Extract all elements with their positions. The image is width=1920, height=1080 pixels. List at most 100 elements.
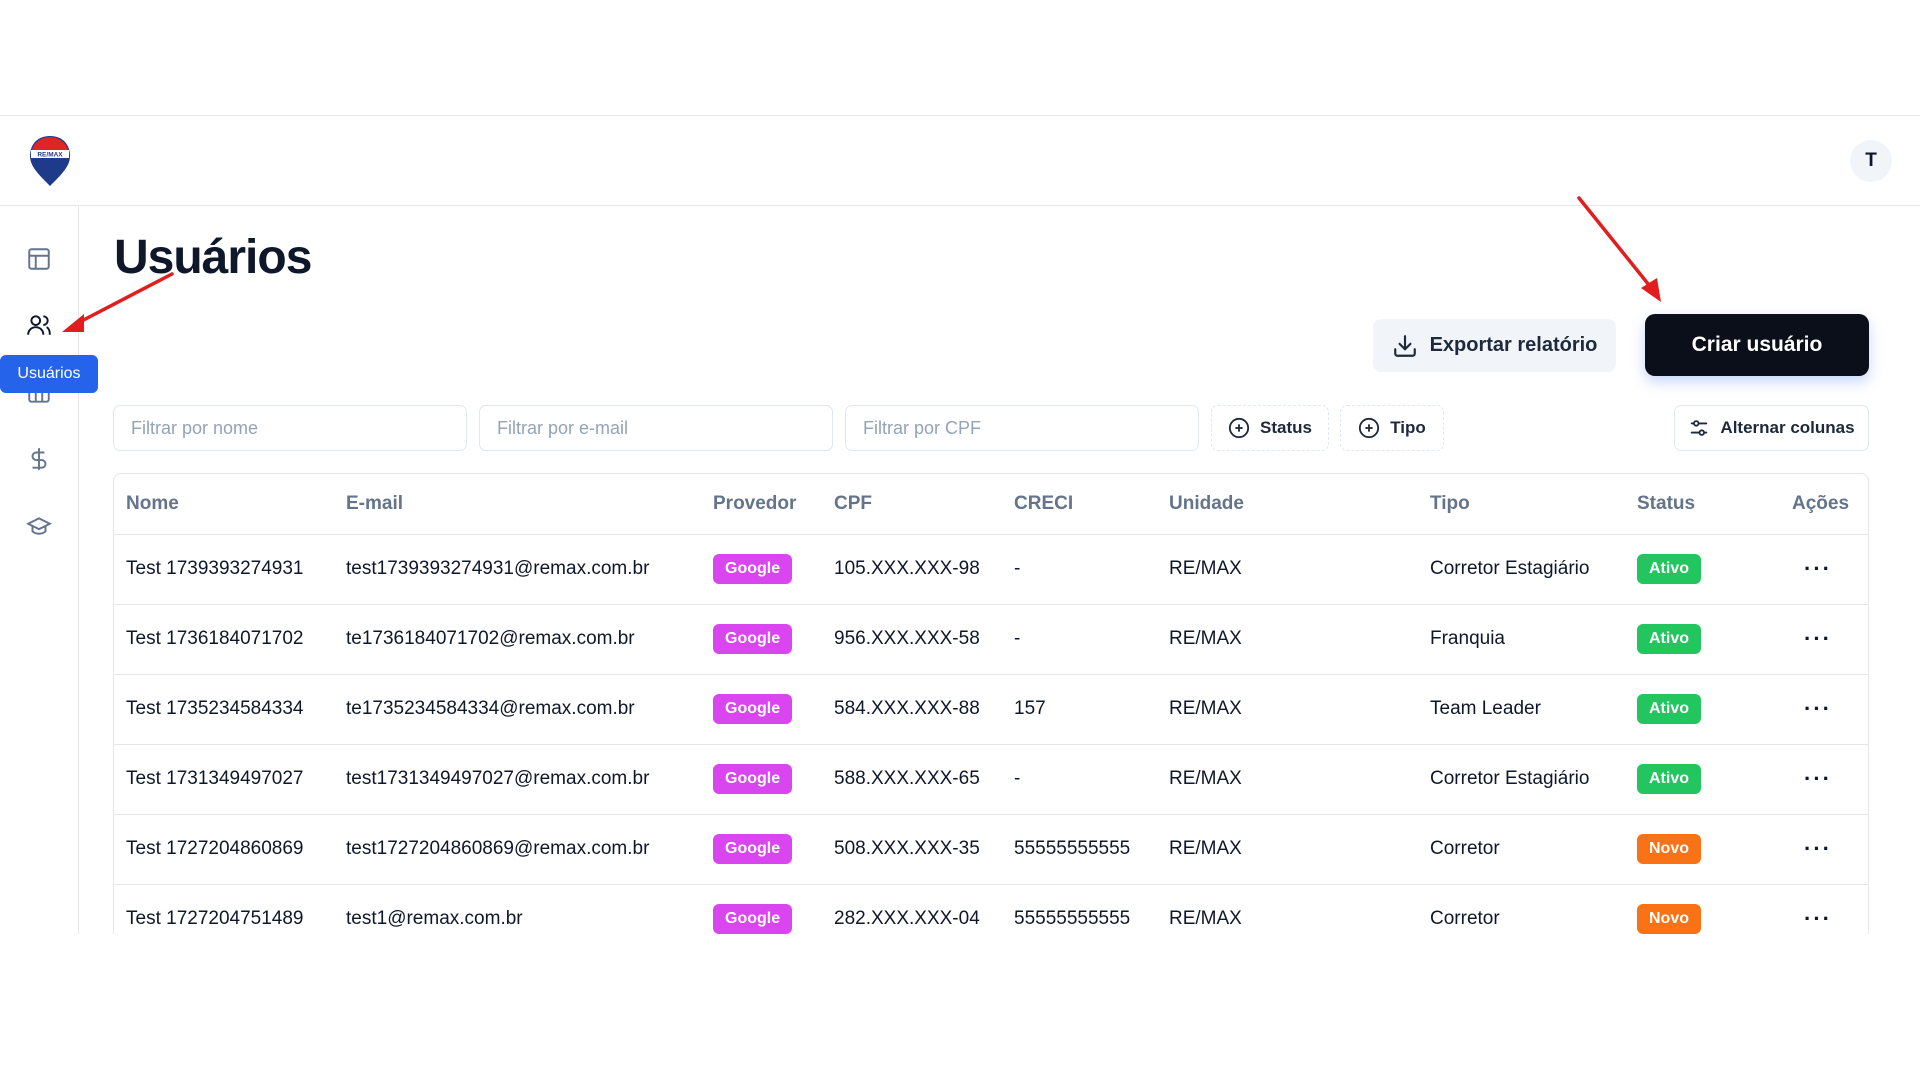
cell-creci: 55555555555: [1002, 884, 1157, 934]
column-header-cpf[interactable]: CPF: [822, 474, 1002, 535]
cell-nome: Test 1731349497027: [114, 744, 334, 815]
create-user-button[interactable]: Criar usuário: [1645, 314, 1869, 376]
logo-text: RE/MAX: [37, 152, 63, 159]
cell-email: test1727204860869@remax.com.br: [334, 814, 701, 885]
cell-tipo: Franquia: [1418, 604, 1625, 675]
cell-cpf: 956.XXX.XXX-58: [822, 604, 1002, 675]
cell-provedor: Google: [701, 604, 822, 675]
cell-nome: Test 1739393274931: [114, 534, 334, 605]
cell-tipo: Corretor Estagiário: [1418, 744, 1625, 815]
cell-status: Ativo: [1625, 604, 1780, 675]
dollar-icon[interactable]: [24, 444, 54, 474]
filter-name-input[interactable]: [113, 405, 467, 451]
cell-creci: -: [1002, 744, 1157, 815]
cell-status: Ativo: [1625, 674, 1780, 745]
user-avatar[interactable]: T: [1850, 140, 1892, 182]
row-actions-button[interactable]: ···: [1780, 884, 1868, 934]
status-badge: Novo: [1637, 904, 1701, 934]
sidebar-tooltip: Usuários: [0, 355, 98, 393]
row-actions-button[interactable]: ···: [1780, 814, 1868, 885]
cell-cpf: 508.XXX.XXX-35: [822, 814, 1002, 885]
type-filter-button[interactable]: Tipo: [1340, 405, 1444, 451]
status-filter-button[interactable]: Status: [1211, 405, 1329, 451]
cell-unidade: RE/MAX: [1157, 814, 1418, 885]
filter-email-input[interactable]: [479, 405, 833, 451]
row-actions-button[interactable]: ···: [1780, 534, 1868, 605]
cell-cpf: 282.XXX.XXX-04: [822, 884, 1002, 934]
column-header-creci[interactable]: CRECI: [1002, 474, 1157, 535]
cell-email: test1739393274931@remax.com.br: [334, 534, 701, 605]
plus-circle-icon: [1359, 417, 1380, 439]
users-table: Nome E-mail Provedor CPF CRECI Unidade T…: [113, 473, 1869, 934]
cell-cpf: 105.XXX.XXX-98: [822, 534, 1002, 605]
cell-email: test1731349497027@remax.com.br: [334, 744, 701, 815]
users-icon[interactable]: [24, 310, 54, 340]
filter-cpf-input[interactable]: [845, 405, 1199, 451]
layout-icon[interactable]: [24, 244, 54, 274]
table-row[interactable]: Test 1736184071702 te1736184071702@remax.…: [114, 604, 1868, 675]
cell-email: test1@remax.com.br: [334, 884, 701, 934]
table-row[interactable]: Test 1727204751489 test1@remax.com.br Goog…: [114, 884, 1868, 934]
cell-unidade: RE/MAX: [1157, 604, 1418, 675]
sidebar: [0, 206, 79, 934]
graduation-cap-icon[interactable]: [24, 512, 54, 542]
cell-provedor: Google: [701, 814, 822, 885]
cell-status: Ativo: [1625, 744, 1780, 815]
cell-creci: 55555555555: [1002, 814, 1157, 885]
top-bar: RE/MAX T: [0, 115, 1920, 206]
type-filter-label: Tipo: [1390, 418, 1426, 437]
table-header-row: Nome E-mail Provedor CPF CRECI Unidade T…: [114, 474, 1868, 535]
cell-status: Novo: [1625, 884, 1780, 934]
status-badge: Ativo: [1637, 764, 1701, 794]
provider-badge: Google: [713, 764, 793, 794]
cell-unidade: RE/MAX: [1157, 744, 1418, 815]
page-title: Usuários: [114, 231, 312, 284]
column-header-provedor[interactable]: Provedor: [701, 474, 822, 535]
cell-unidade: RE/MAX: [1157, 884, 1418, 934]
column-header-nome[interactable]: Nome: [114, 474, 334, 535]
cell-tipo: Team Leader: [1418, 674, 1625, 745]
status-badge: Novo: [1637, 834, 1701, 864]
row-actions-button[interactable]: ···: [1780, 744, 1868, 815]
status-badge: Ativo: [1637, 624, 1701, 654]
status-badge: Ativo: [1637, 694, 1701, 724]
provider-badge: Google: [713, 554, 793, 584]
column-header-email[interactable]: E-mail: [334, 474, 701, 535]
cell-email: te1735234584334@remax.com.br: [334, 674, 701, 745]
cell-nome: Test 1735234584334: [114, 674, 334, 745]
cell-email: te1736184071702@remax.com.br: [334, 604, 701, 675]
cell-nome: Test 1727204860869: [114, 814, 334, 885]
cell-provedor: Google: [701, 744, 822, 815]
provider-badge: Google: [713, 624, 793, 654]
column-header-status[interactable]: Status: [1625, 474, 1780, 535]
cell-creci: 157: [1002, 674, 1157, 745]
row-actions-button[interactable]: ···: [1780, 674, 1868, 745]
toggle-columns-button[interactable]: Alternar colunas: [1674, 405, 1869, 451]
column-header-unidade[interactable]: Unidade: [1157, 474, 1418, 535]
toggle-columns-label: Alternar colunas: [1720, 418, 1855, 437]
export-report-button[interactable]: Exportar relatório: [1373, 319, 1616, 372]
provider-badge: Google: [713, 694, 793, 724]
export-report-label: Exportar relatório: [1429, 334, 1598, 356]
table-row[interactable]: Test 1731349497027 test1731349497027@rema…: [114, 744, 1868, 815]
cell-tipo: Corretor: [1418, 814, 1625, 885]
status-filter-label: Status: [1260, 418, 1312, 437]
cell-nome: Test 1727204751489: [114, 884, 334, 934]
cell-tipo: Corretor: [1418, 884, 1625, 934]
sliders-icon: [1691, 420, 1708, 436]
row-actions-button[interactable]: ···: [1780, 604, 1868, 675]
remax-logo[interactable]: RE/MAX: [28, 134, 72, 188]
annotation-arrow-icon: [1577, 196, 1661, 302]
table-row[interactable]: Test 1739393274931 test1739393274931@rema…: [114, 534, 1868, 605]
cell-creci: -: [1002, 534, 1157, 605]
cell-provedor: Google: [701, 534, 822, 605]
cell-unidade: RE/MAX: [1157, 534, 1418, 605]
cell-unidade: RE/MAX: [1157, 674, 1418, 745]
cell-provedor: Google: [701, 674, 822, 745]
cell-creci: -: [1002, 604, 1157, 675]
plus-circle-icon: [1228, 417, 1250, 439]
cell-status: Ativo: [1625, 534, 1780, 605]
table-row[interactable]: Test 1727204860869 test1727204860869@rema…: [114, 814, 1868, 885]
column-header-tipo[interactable]: Tipo: [1418, 474, 1625, 535]
table-row[interactable]: Test 1735234584334 te1735234584334@remax.…: [114, 674, 1868, 745]
